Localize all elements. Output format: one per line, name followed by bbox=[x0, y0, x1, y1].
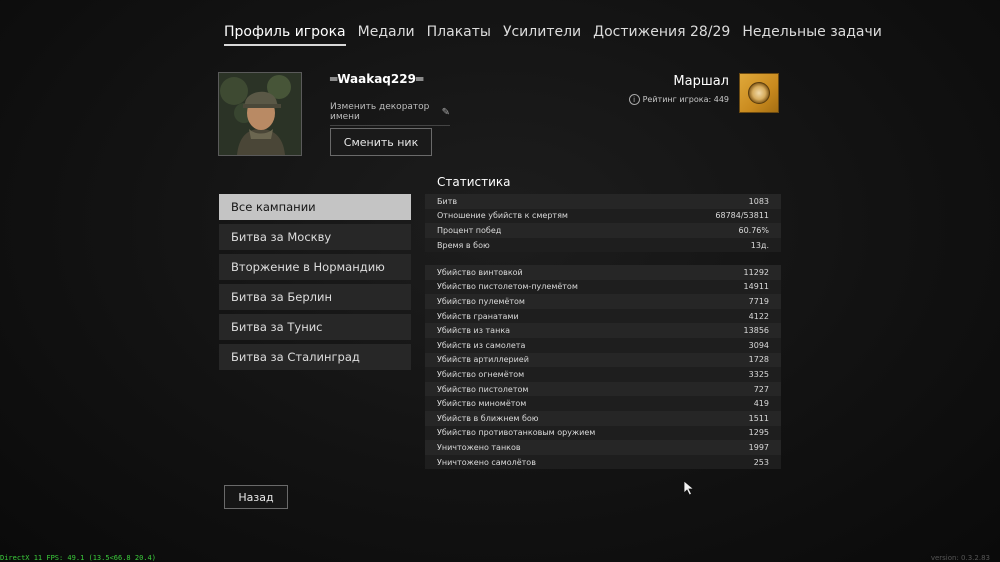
tab-posters[interactable]: Плакаты bbox=[427, 22, 491, 46]
stat-row: Битв 1083 bbox=[425, 194, 781, 209]
stat-value: 60.76% bbox=[738, 225, 769, 235]
campaign-tunisia[interactable]: Битва за Тунис bbox=[219, 314, 411, 340]
stat-label: Битв bbox=[437, 196, 458, 206]
stat-label: Убийств артиллерией bbox=[437, 355, 529, 365]
stat-row: Убийство миномётом 419 bbox=[425, 396, 781, 411]
change-decorator-label: Изменить декоратор имени bbox=[330, 102, 430, 122]
stat-label: Убийство противотанковым оружием bbox=[437, 428, 596, 438]
stat-value: 1511 bbox=[748, 413, 769, 423]
tab-achievements[interactable]: Достижения 28/29 bbox=[593, 22, 730, 46]
tab-weekly-tasks[interactable]: Недельные задачи bbox=[742, 22, 882, 46]
change-nick-button[interactable]: Сменить ник bbox=[330, 128, 432, 156]
version-label: version: 0.3.2.83 bbox=[930, 554, 990, 562]
stat-value: 1083 bbox=[748, 196, 769, 206]
stat-label: Убийство пистолетом-пулемётом bbox=[437, 282, 578, 292]
stat-label: Убийство пистолетом bbox=[437, 384, 529, 394]
stat-value: 13д. bbox=[750, 240, 769, 250]
stat-label: Уничтожено танков bbox=[437, 442, 521, 452]
fps-counter: DirectX 11 FPS: 49.1 (13.5<66.8 20.4) bbox=[0, 554, 156, 562]
stat-label: Уничтожено самолётов bbox=[437, 457, 536, 467]
campaign-all[interactable]: Все кампании bbox=[219, 194, 411, 220]
campaign-moscow[interactable]: Битва за Москву bbox=[219, 224, 411, 250]
stat-row: Убийство огнемётом 3325 bbox=[425, 367, 781, 382]
campaign-stalingrad[interactable]: Битва за Сталинград bbox=[219, 344, 411, 370]
stat-value: 1728 bbox=[748, 355, 769, 365]
stat-row: Уничтожено танков 1997 bbox=[425, 440, 781, 455]
tab-boosters[interactable]: Усилители bbox=[503, 22, 581, 46]
stat-row: Время в бою 13д. bbox=[425, 237, 781, 253]
tab-medals[interactable]: Медали bbox=[358, 22, 415, 46]
general-stats-table: Битв 1083 Отношение убийств к смертям 6878… bbox=[425, 194, 781, 253]
mouse-cursor-icon bbox=[683, 480, 695, 496]
soldier-portrait-icon bbox=[219, 73, 301, 155]
tab-profile[interactable]: Профиль игрока bbox=[224, 22, 346, 46]
stat-row: Убийств из танка 13856 bbox=[425, 323, 781, 338]
stat-value: 3094 bbox=[748, 340, 769, 350]
stat-label: Время в бою bbox=[437, 240, 490, 250]
stat-value: 11292 bbox=[743, 267, 769, 277]
stat-value: 419 bbox=[753, 399, 769, 409]
rank-name: Маршал bbox=[673, 74, 729, 89]
stat-value: 3325 bbox=[748, 369, 769, 379]
stat-value: 14911 bbox=[743, 282, 769, 292]
campaign-list: Все кампании Битва за Москву Вторжение в… bbox=[219, 194, 411, 374]
stat-label: Убийств из самолета bbox=[437, 340, 526, 350]
stat-row: Убийств гранатами 4122 bbox=[425, 308, 781, 324]
back-button[interactable]: Назад bbox=[224, 485, 288, 509]
stat-row: Убийств из самолета 3094 bbox=[425, 337, 781, 353]
pencil-icon: ✎ bbox=[441, 106, 450, 118]
stat-row: Убийство пистолетом-пулемётом 14911 bbox=[425, 279, 781, 295]
top-tabs: Профиль игрока Медали Плакаты Усилители … bbox=[224, 22, 882, 46]
stat-label: Убийство огнемётом bbox=[437, 369, 525, 379]
player-rating-text: Рейтинг игрока: 449 bbox=[642, 95, 729, 104]
rank-emblem-icon bbox=[748, 82, 770, 104]
change-decorator-link[interactable]: Изменить декоратор имени ✎ bbox=[330, 102, 450, 126]
stat-value: 68784/53811 bbox=[715, 211, 769, 221]
player-rating: i Рейтинг игрока: 449 bbox=[628, 94, 729, 105]
stat-value: 13856 bbox=[743, 326, 769, 336]
stat-label: Процент побед bbox=[437, 225, 502, 235]
stat-label: Убийств в ближнем бою bbox=[437, 413, 539, 423]
stats-title: Статистика bbox=[437, 175, 511, 189]
stat-row: Убийство винтовкой 11292 bbox=[425, 265, 781, 280]
avatar bbox=[218, 72, 302, 156]
stat-value: 253 bbox=[753, 457, 769, 467]
player-nickname: ═Waakaq229═ bbox=[330, 72, 424, 86]
stat-label: Отношение убийств к смертям bbox=[437, 211, 568, 221]
stat-value: 1295 bbox=[748, 428, 769, 438]
stat-row: Убийств в ближнем бою 1511 bbox=[425, 410, 781, 426]
stat-label: Убийств гранатами bbox=[437, 311, 519, 321]
stat-label: Убийство винтовкой bbox=[437, 267, 523, 277]
stat-row: Убийство пулемётом 7719 bbox=[425, 294, 781, 309]
kill-stats-table: Убийство винтовкой 11292 Убийство пистоле… bbox=[425, 265, 781, 470]
stat-label: Убийство пулемётом bbox=[437, 296, 525, 306]
stat-row: Убийств артиллерией 1728 bbox=[425, 352, 781, 368]
stat-row: Процент побед 60.76% bbox=[425, 223, 781, 238]
stat-value: 1997 bbox=[748, 442, 769, 452]
rank-badge-icon bbox=[739, 73, 779, 113]
campaign-berlin[interactable]: Битва за Берлин bbox=[219, 284, 411, 310]
stat-value: 4122 bbox=[748, 311, 769, 321]
stat-value: 727 bbox=[753, 384, 769, 394]
stat-label: Убийство миномётом bbox=[437, 399, 527, 409]
stat-label: Убийств из танка bbox=[437, 326, 511, 336]
stat-row: Убийство противотанковым оружием 1295 bbox=[425, 425, 781, 441]
info-icon[interactable]: i bbox=[628, 94, 640, 105]
campaign-normandy[interactable]: Вторжение в Нормандию bbox=[219, 254, 411, 280]
stat-row: Убийство пистолетом 727 bbox=[425, 381, 781, 397]
stat-row: Отношение убийств к смертям 68784/53811 bbox=[425, 208, 781, 224]
stat-row: Уничтожено самолётов 253 bbox=[425, 454, 781, 470]
stat-value: 7719 bbox=[748, 296, 769, 306]
